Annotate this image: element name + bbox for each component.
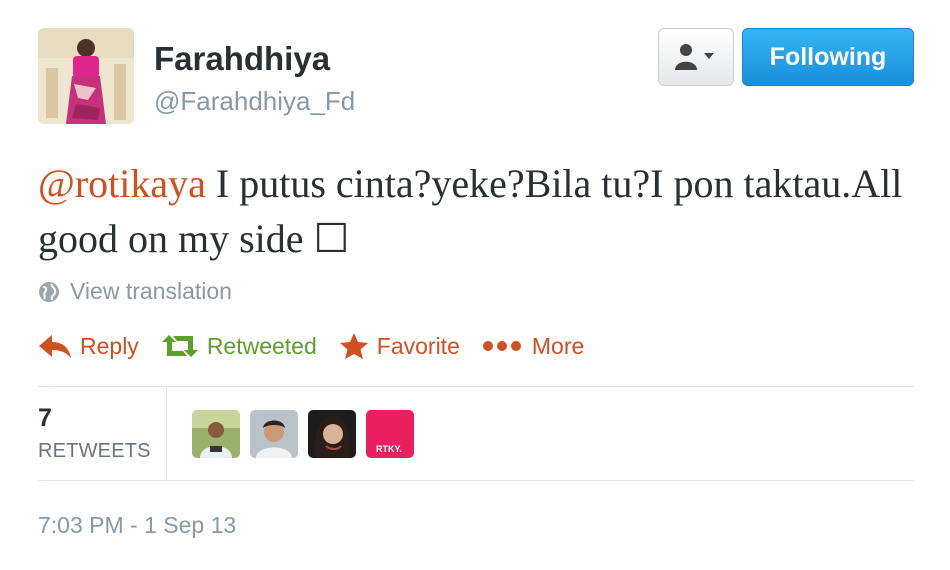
user-display-name[interactable]: Farahdhiya [154, 40, 330, 78]
star-icon [339, 333, 368, 359]
retweeter-avatar[interactable] [192, 410, 240, 458]
person-icon [675, 44, 714, 70]
retweeter-avatar[interactable] [308, 410, 356, 458]
stats-divider [166, 388, 167, 480]
user-actions-dropdown-button[interactable] [658, 28, 734, 86]
divider [38, 480, 914, 481]
retweeter-avatar[interactable] [250, 410, 298, 458]
retweeter-badge-text: RTKY. [376, 444, 402, 454]
more-button[interactable]: More [482, 333, 584, 360]
following-button[interactable]: Following [742, 28, 914, 86]
user-handle[interactable]: @Farahdhiya_Fd [154, 86, 355, 117]
mention-link[interactable]: @rotikaya [38, 161, 206, 206]
view-translation-label[interactable]: View translation [70, 278, 232, 305]
globe-icon [39, 281, 59, 302]
reply-icon [39, 335, 71, 358]
user-avatar[interactable] [38, 28, 134, 124]
tweet-actions: Reply Retweeted Favorite More [38, 332, 606, 360]
retweeter-avatars: RTKY. [192, 410, 424, 458]
reply-button[interactable]: Reply [38, 333, 139, 360]
tweet-text: @rotikaya I putus cinta?yeke?Bila tu?I p… [38, 156, 918, 266]
retweeted-button[interactable]: Retweeted [161, 333, 317, 360]
retweet-count-label[interactable]: RETWEETS [38, 440, 151, 463]
more-label: More [531, 332, 585, 359]
view-translation-link[interactable]: View translation [38, 278, 232, 305]
divider [38, 386, 914, 387]
chevron-down-icon [704, 53, 714, 59]
favorite-button[interactable]: Favorite [339, 332, 460, 360]
reply-label: Reply [80, 332, 139, 359]
retweet-count[interactable]: 7 [38, 404, 52, 433]
tweet-timestamp[interactable]: 7:03 PM - 1 Sep 13 [38, 512, 236, 539]
retweet-icon [161, 335, 198, 357]
retweeter-avatar[interactable]: RTKY. [366, 410, 414, 458]
favorite-label: Favorite [376, 332, 460, 359]
retweeted-label: Retweeted [206, 332, 317, 359]
more-dots-icon [482, 341, 521, 351]
